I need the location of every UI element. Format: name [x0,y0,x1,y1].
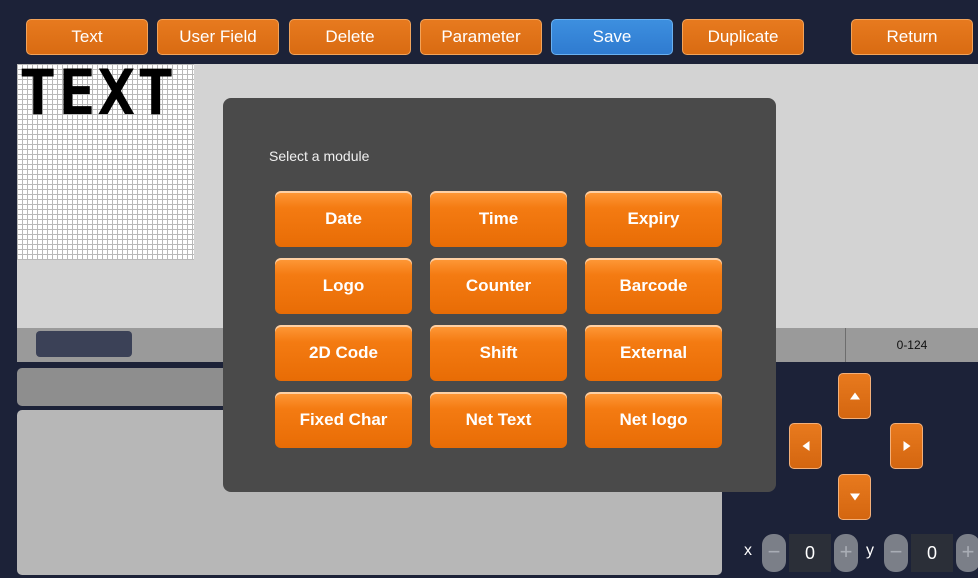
return-button[interactable]: Return [851,19,973,55]
user-field-button[interactable]: User Field [157,19,279,55]
module-expiry-button[interactable]: Expiry [585,191,722,247]
module-net-text-button[interactable]: Net Text [430,392,567,448]
range-indicator: 0-124 [845,328,978,362]
x-minus-button[interactable]: − [762,534,786,572]
module-counter-button[interactable]: Counter [430,258,567,314]
x-value-field[interactable]: 0 [789,534,831,572]
move-down-icon[interactable] [838,474,871,520]
y-label: y [866,542,874,559]
text-button[interactable]: Text [26,19,148,55]
move-up-icon[interactable] [838,373,871,419]
dialog-title: Select a module [269,148,370,164]
delete-button[interactable]: Delete [289,19,411,55]
duplicate-button[interactable]: Duplicate [682,19,804,55]
y-plus-button[interactable]: + [956,534,978,572]
y-minus-button[interactable]: − [884,534,908,572]
top-toolbar: Text User Field Delete Parameter Save Du… [0,0,978,62]
move-right-icon[interactable] [890,423,923,469]
module-2d-code-button[interactable]: 2D Code [275,325,412,381]
save-button[interactable]: Save [551,19,673,55]
y-value-field[interactable]: 0 [911,534,953,572]
module-time-button[interactable]: Time [430,191,567,247]
x-label: x [744,542,752,559]
module-external-button[interactable]: External [585,325,722,381]
move-left-icon[interactable] [789,423,822,469]
module-net-logo-button[interactable]: Net logo [585,392,722,448]
select-module-dialog: Select a module Date Time Expiry Logo Co… [223,98,776,492]
module-barcode-button[interactable]: Barcode [585,258,722,314]
module-logo-button[interactable]: Logo [275,258,412,314]
pixel-grid[interactable]: TEXT [17,58,194,260]
parameter-button[interactable]: Parameter [420,19,542,55]
module-fixed-char-button[interactable]: Fixed Char [275,392,412,448]
x-plus-button[interactable]: + [834,534,858,572]
text-element[interactable]: TEXT [19,58,176,128]
scroll-thumb[interactable] [36,331,132,357]
module-shift-button[interactable]: Shift [430,325,567,381]
module-date-button[interactable]: Date [275,191,412,247]
